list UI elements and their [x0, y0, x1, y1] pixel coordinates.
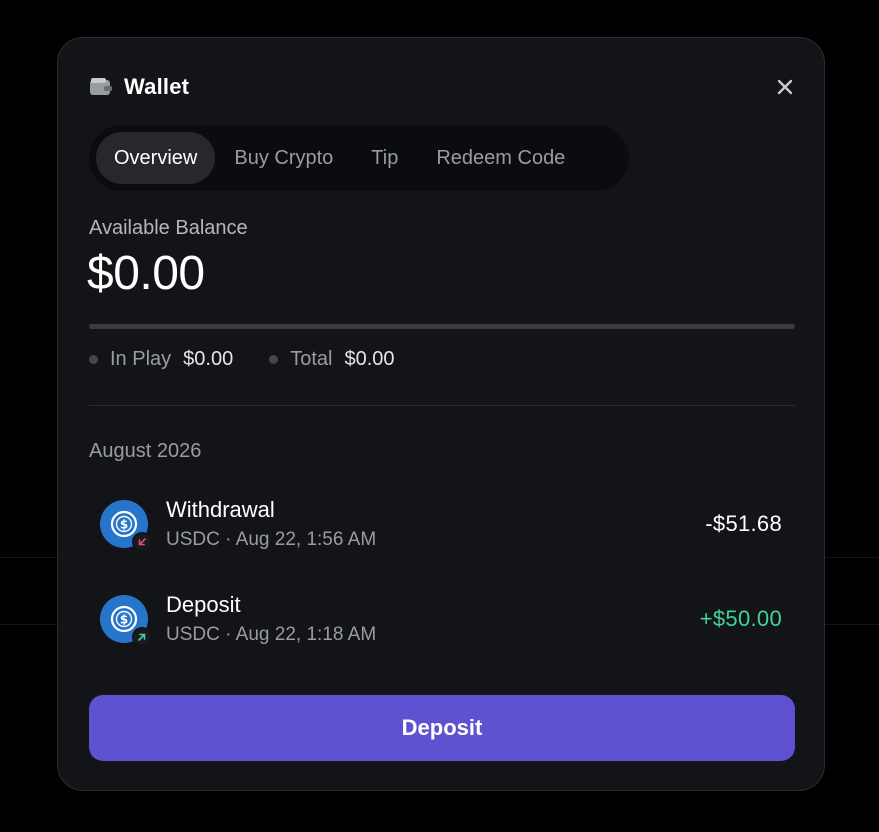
transaction-amount: +$50.00 — [699, 606, 782, 631]
svg-text:$: $ — [120, 518, 128, 532]
transaction-amount: -$51.68 — [705, 511, 782, 536]
tab-overview[interactable]: Overview — [96, 132, 216, 184]
close-icon — [777, 79, 793, 95]
stat-in-play: In Play $0.00 — [89, 348, 233, 371]
arrow-down-left-icon — [138, 538, 146, 546]
transaction-icon: $ — [100, 595, 152, 647]
wallet-icon — [90, 78, 112, 96]
tab-buy-crypto[interactable]: Buy Crypto — [215, 132, 352, 184]
arrow-up-right-icon — [138, 633, 146, 641]
balance-value: $0.00 — [87, 247, 205, 300]
stat-label: In Play — [110, 348, 172, 370]
stat-dot — [89, 355, 98, 364]
deposit-button[interactable]: Deposit — [89, 695, 795, 761]
transaction-row-deposit[interactable]: $ Deposit USDC · Aug 22, 1:18 AM +$50.00 — [100, 587, 782, 651]
transaction-title: Deposit — [166, 592, 241, 617]
transaction-text: Withdrawal USDC · Aug 22, 1:56 AM — [166, 497, 705, 551]
stat-total: Total $0.00 — [269, 348, 395, 371]
close-button[interactable] — [774, 76, 796, 98]
tab-redeem-code[interactable]: Redeem Code — [417, 132, 584, 184]
balance-label: Available Balance — [89, 217, 248, 239]
transaction-title: Withdrawal — [166, 497, 275, 522]
balance-progress-bar — [89, 324, 795, 329]
badge — [132, 532, 152, 552]
transaction-text: Deposit USDC · Aug 22, 1:18 AM — [166, 592, 700, 646]
transaction-subtitle: USDC · Aug 22, 1:18 AM — [166, 624, 377, 645]
modal-header: Wallet — [90, 74, 189, 100]
balance-stats: In Play $0.00 Total $0.00 — [89, 348, 431, 371]
stat-dot — [269, 355, 279, 364]
transaction-icon: $ — [100, 500, 152, 552]
section-divider — [89, 405, 795, 406]
stat-value: $0.00 — [183, 348, 234, 370]
tab-tip[interactable]: Tip — [352, 132, 417, 184]
transaction-row-withdrawal[interactable]: $ Withdrawal USDC · Aug 22, 1:56 AM -$51… — [100, 492, 782, 556]
stat-label: Total — [290, 348, 333, 370]
wallet-tabs: Overview Buy Crypto Tip Redeem Code — [89, 125, 629, 191]
badge — [132, 627, 152, 647]
modal-title: Wallet — [124, 74, 190, 99]
transactions-month-heading: August 2026 — [89, 440, 202, 462]
transaction-subtitle: USDC · Aug 22, 1:56 AM — [166, 529, 377, 550]
wallet-modal: Wallet Overview Buy Crypto Tip Redeem Co… — [57, 37, 825, 791]
svg-text:$: $ — [120, 613, 128, 627]
stat-value: $0.00 — [344, 348, 395, 370]
